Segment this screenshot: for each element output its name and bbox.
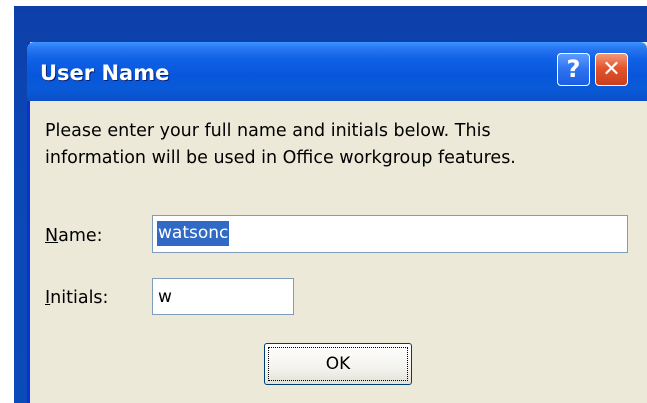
close-icon: ✕	[602, 57, 621, 82]
name-label: Name:	[45, 224, 103, 248]
initials-label-text: nitials:	[50, 288, 109, 308]
ok-button-label: OK	[268, 347, 408, 381]
name-label-text: ame:	[58, 226, 103, 246]
initials-label: Initials:	[45, 286, 108, 310]
name-input-value: watsonc	[157, 221, 230, 246]
instruction-text: Please enter your full name and initials…	[45, 121, 516, 168]
initials-input-value: w	[158, 287, 172, 307]
close-button[interactable]: ✕	[595, 53, 628, 86]
help-icon: ?	[566, 55, 581, 83]
help-button[interactable]: ?	[557, 53, 590, 86]
dialog-title: User Name	[40, 61, 170, 85]
initials-input[interactable]: w	[152, 278, 294, 315]
name-input[interactable]: watsonc	[152, 215, 628, 253]
name-label-mnemonic: N	[45, 226, 59, 246]
ok-button[interactable]: OK	[264, 343, 412, 385]
